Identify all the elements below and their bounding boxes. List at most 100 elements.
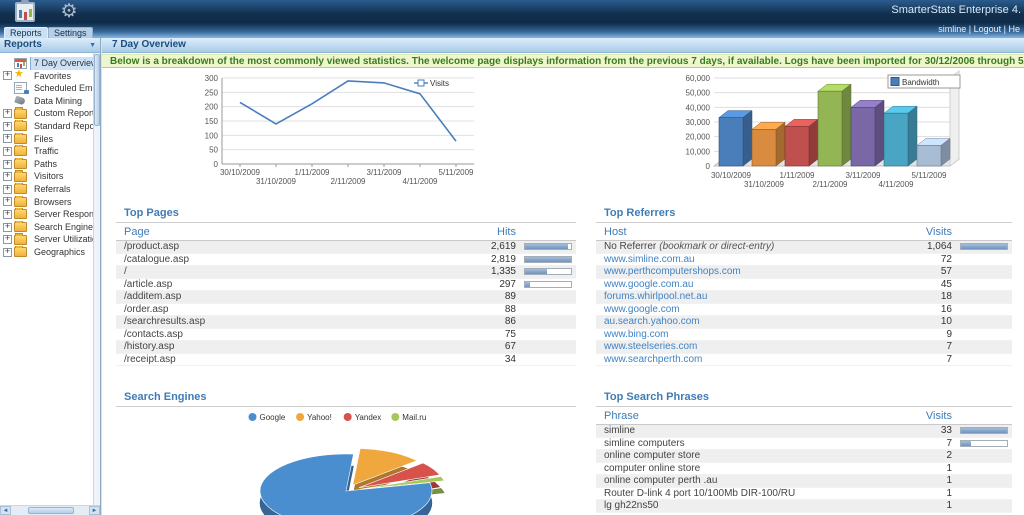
nav-settings-button[interactable]: Settings bbox=[48, 1, 90, 37]
sidebar-item[interactable]: Favorites bbox=[3, 70, 100, 83]
table-row[interactable]: www.google.com 16 bbox=[596, 304, 1012, 317]
sidebar-item[interactable]: Data Mining bbox=[3, 95, 100, 108]
sidebar-item[interactable]: Standard Reports bbox=[3, 120, 100, 133]
tree-item-label: Standard Reports bbox=[30, 120, 100, 133]
expander-icon[interactable] bbox=[3, 147, 12, 156]
hits-cell: 75 bbox=[458, 329, 516, 340]
expander-icon[interactable] bbox=[3, 122, 12, 131]
host-cell[interactable]: www.perthcomputershops.com bbox=[600, 266, 741, 277]
host-cell[interactable]: www.google.com bbox=[600, 304, 680, 315]
tree-item-label: Custom Reports bbox=[30, 107, 100, 120]
expander-icon[interactable] bbox=[3, 210, 12, 219]
table-row[interactable]: /catalogue.asp 2,819 bbox=[116, 254, 576, 267]
sidebar-item[interactable]: Paths bbox=[3, 158, 100, 171]
host-cell[interactable]: forums.whirlpool.net.au bbox=[600, 291, 707, 302]
host-cell[interactable]: www.steelseries.com bbox=[600, 341, 697, 352]
scroll-right-arrow-icon[interactable] bbox=[89, 506, 100, 515]
table-row[interactable]: forums.whirlpool.net.au 18 bbox=[596, 291, 1012, 304]
table-row[interactable]: online computer perth .au 1 bbox=[596, 475, 1012, 488]
host-cell[interactable]: www.searchperth.com bbox=[600, 354, 702, 365]
svg-text:150: 150 bbox=[205, 117, 219, 126]
sidebar-title: Reports bbox=[4, 39, 42, 50]
scrollbar-thumb[interactable] bbox=[28, 507, 74, 514]
table-row[interactable]: /additem.asp 89 bbox=[116, 291, 576, 304]
svg-text:Mail.ru: Mail.ru bbox=[402, 413, 426, 422]
phrase-cell: simline computers bbox=[600, 438, 685, 449]
column-header: Visits bbox=[894, 226, 952, 238]
host-cell[interactable]: www.google.com.au bbox=[600, 279, 694, 290]
expander-icon[interactable] bbox=[3, 185, 12, 194]
sidebar-item[interactable]: Visitors bbox=[3, 170, 100, 183]
visits-cell: 18 bbox=[894, 291, 952, 302]
table-row[interactable]: simline 33 bbox=[596, 425, 1012, 438]
table-row[interactable]: computer online store 1 bbox=[596, 463, 1012, 476]
table-row[interactable]: /order.asp 88 bbox=[116, 304, 576, 317]
table-row[interactable]: /contacts.asp 75 bbox=[116, 329, 576, 342]
scrollbar-thumb[interactable] bbox=[94, 54, 100, 126]
table-row[interactable]: www.steelseries.com 7 bbox=[596, 341, 1012, 354]
page-cell: /additem.asp bbox=[120, 291, 181, 302]
expander-icon[interactable] bbox=[3, 134, 12, 143]
sidebar-item[interactable]: Search Engines bbox=[3, 221, 100, 234]
sidebar-item[interactable]: Geographics bbox=[3, 246, 100, 259]
sidebar-item[interactable]: Custom Reports bbox=[3, 107, 100, 120]
scroll-left-arrow-icon[interactable] bbox=[0, 506, 11, 515]
expander-icon[interactable] bbox=[3, 223, 12, 232]
table-row[interactable]: www.bing.com 9 bbox=[596, 329, 1012, 342]
host-cell[interactable]: No Referrer bbox=[600, 241, 656, 252]
sidebar-item[interactable]: Referrals bbox=[3, 183, 100, 196]
host-cell[interactable]: www.bing.com bbox=[600, 329, 668, 340]
table-row[interactable]: No Referrer (bookmark or direct-entry) 1… bbox=[596, 241, 1012, 254]
table-row[interactable]: www.google.com.au 45 bbox=[596, 279, 1012, 292]
expander-icon[interactable] bbox=[3, 109, 12, 118]
table-row[interactable]: au.search.yahoo.com 10 bbox=[596, 316, 1012, 329]
nav-reports-button[interactable]: Reports bbox=[4, 1, 46, 37]
table-row[interactable]: /history.asp 67 bbox=[116, 341, 576, 354]
table-row[interactable]: lg gh22ns50 1 bbox=[596, 500, 1012, 513]
sidebar-horizontal-scrollbar[interactable] bbox=[0, 505, 100, 515]
visits-cell: 1 bbox=[894, 488, 952, 499]
table-row[interactable]: / 1,335 bbox=[116, 266, 576, 279]
table-row[interactable]: /receipt.asp 34 bbox=[116, 354, 576, 367]
host-cell[interactable]: www.simline.com.au bbox=[600, 254, 695, 265]
sidebar-item[interactable]: 7 Day Overview bbox=[3, 57, 100, 70]
user-links[interactable]: simline | Logout | He bbox=[938, 24, 1020, 34]
sidebar-item[interactable]: Scheduled Email Reports bbox=[3, 82, 100, 95]
expander-icon[interactable] bbox=[3, 197, 12, 206]
svg-text:60,000: 60,000 bbox=[686, 74, 711, 83]
sidebar-item[interactable]: Files bbox=[3, 133, 100, 146]
sidebar-item[interactable]: Traffic bbox=[3, 145, 100, 158]
sidebar-header[interactable]: Reports bbox=[0, 38, 100, 53]
collapse-arrow-icon[interactable] bbox=[89, 39, 96, 52]
expander-icon[interactable] bbox=[3, 71, 12, 80]
expander-icon[interactable] bbox=[3, 160, 12, 169]
hits-bar bbox=[524, 268, 572, 275]
table-row[interactable]: www.perthcomputershops.com 57 bbox=[596, 266, 1012, 279]
sidebar-vertical-scrollbar[interactable] bbox=[93, 53, 100, 505]
table-row[interactable]: Router D-link 4 port 10/100Mb DIR-100/RU… bbox=[596, 488, 1012, 501]
sidebar-item[interactable]: Server Responses bbox=[3, 208, 100, 221]
svg-text:31/10/2009: 31/10/2009 bbox=[256, 177, 297, 186]
expander-icon[interactable] bbox=[3, 235, 12, 244]
svg-text:30,000: 30,000 bbox=[686, 118, 711, 127]
page-cell: /order.asp bbox=[120, 304, 168, 315]
table-row[interactable]: /article.asp 297 bbox=[116, 279, 576, 292]
expander-icon[interactable] bbox=[3, 172, 12, 181]
sidebar-item[interactable]: Browsers bbox=[3, 196, 100, 209]
svg-text:100: 100 bbox=[205, 131, 219, 140]
top-referrers-rows: No Referrer (bookmark or direct-entry) 1… bbox=[596, 241, 1012, 366]
column-header: Phrase bbox=[600, 410, 894, 422]
table-row[interactable]: online computer store 2 bbox=[596, 450, 1012, 463]
svg-text:0: 0 bbox=[706, 162, 711, 171]
table-row[interactable]: /searchresults.asp 86 bbox=[116, 316, 576, 329]
sidebar-item[interactable]: Server Utilization bbox=[3, 233, 100, 246]
expander-icon[interactable] bbox=[3, 248, 12, 257]
tree-item-label: Favorites bbox=[30, 70, 75, 83]
table-row[interactable]: www.simline.com.au 72 bbox=[596, 254, 1012, 267]
svg-text:Bandwidth: Bandwidth bbox=[902, 78, 939, 87]
host-cell[interactable]: au.search.yahoo.com bbox=[600, 316, 700, 327]
table-row[interactable]: www.searchperth.com 7 bbox=[596, 354, 1012, 367]
table-row[interactable]: /product.asp 2,619 bbox=[116, 241, 576, 254]
column-header-row: Page Hits bbox=[116, 223, 576, 241]
table-row[interactable]: simline computers 7 bbox=[596, 438, 1012, 451]
